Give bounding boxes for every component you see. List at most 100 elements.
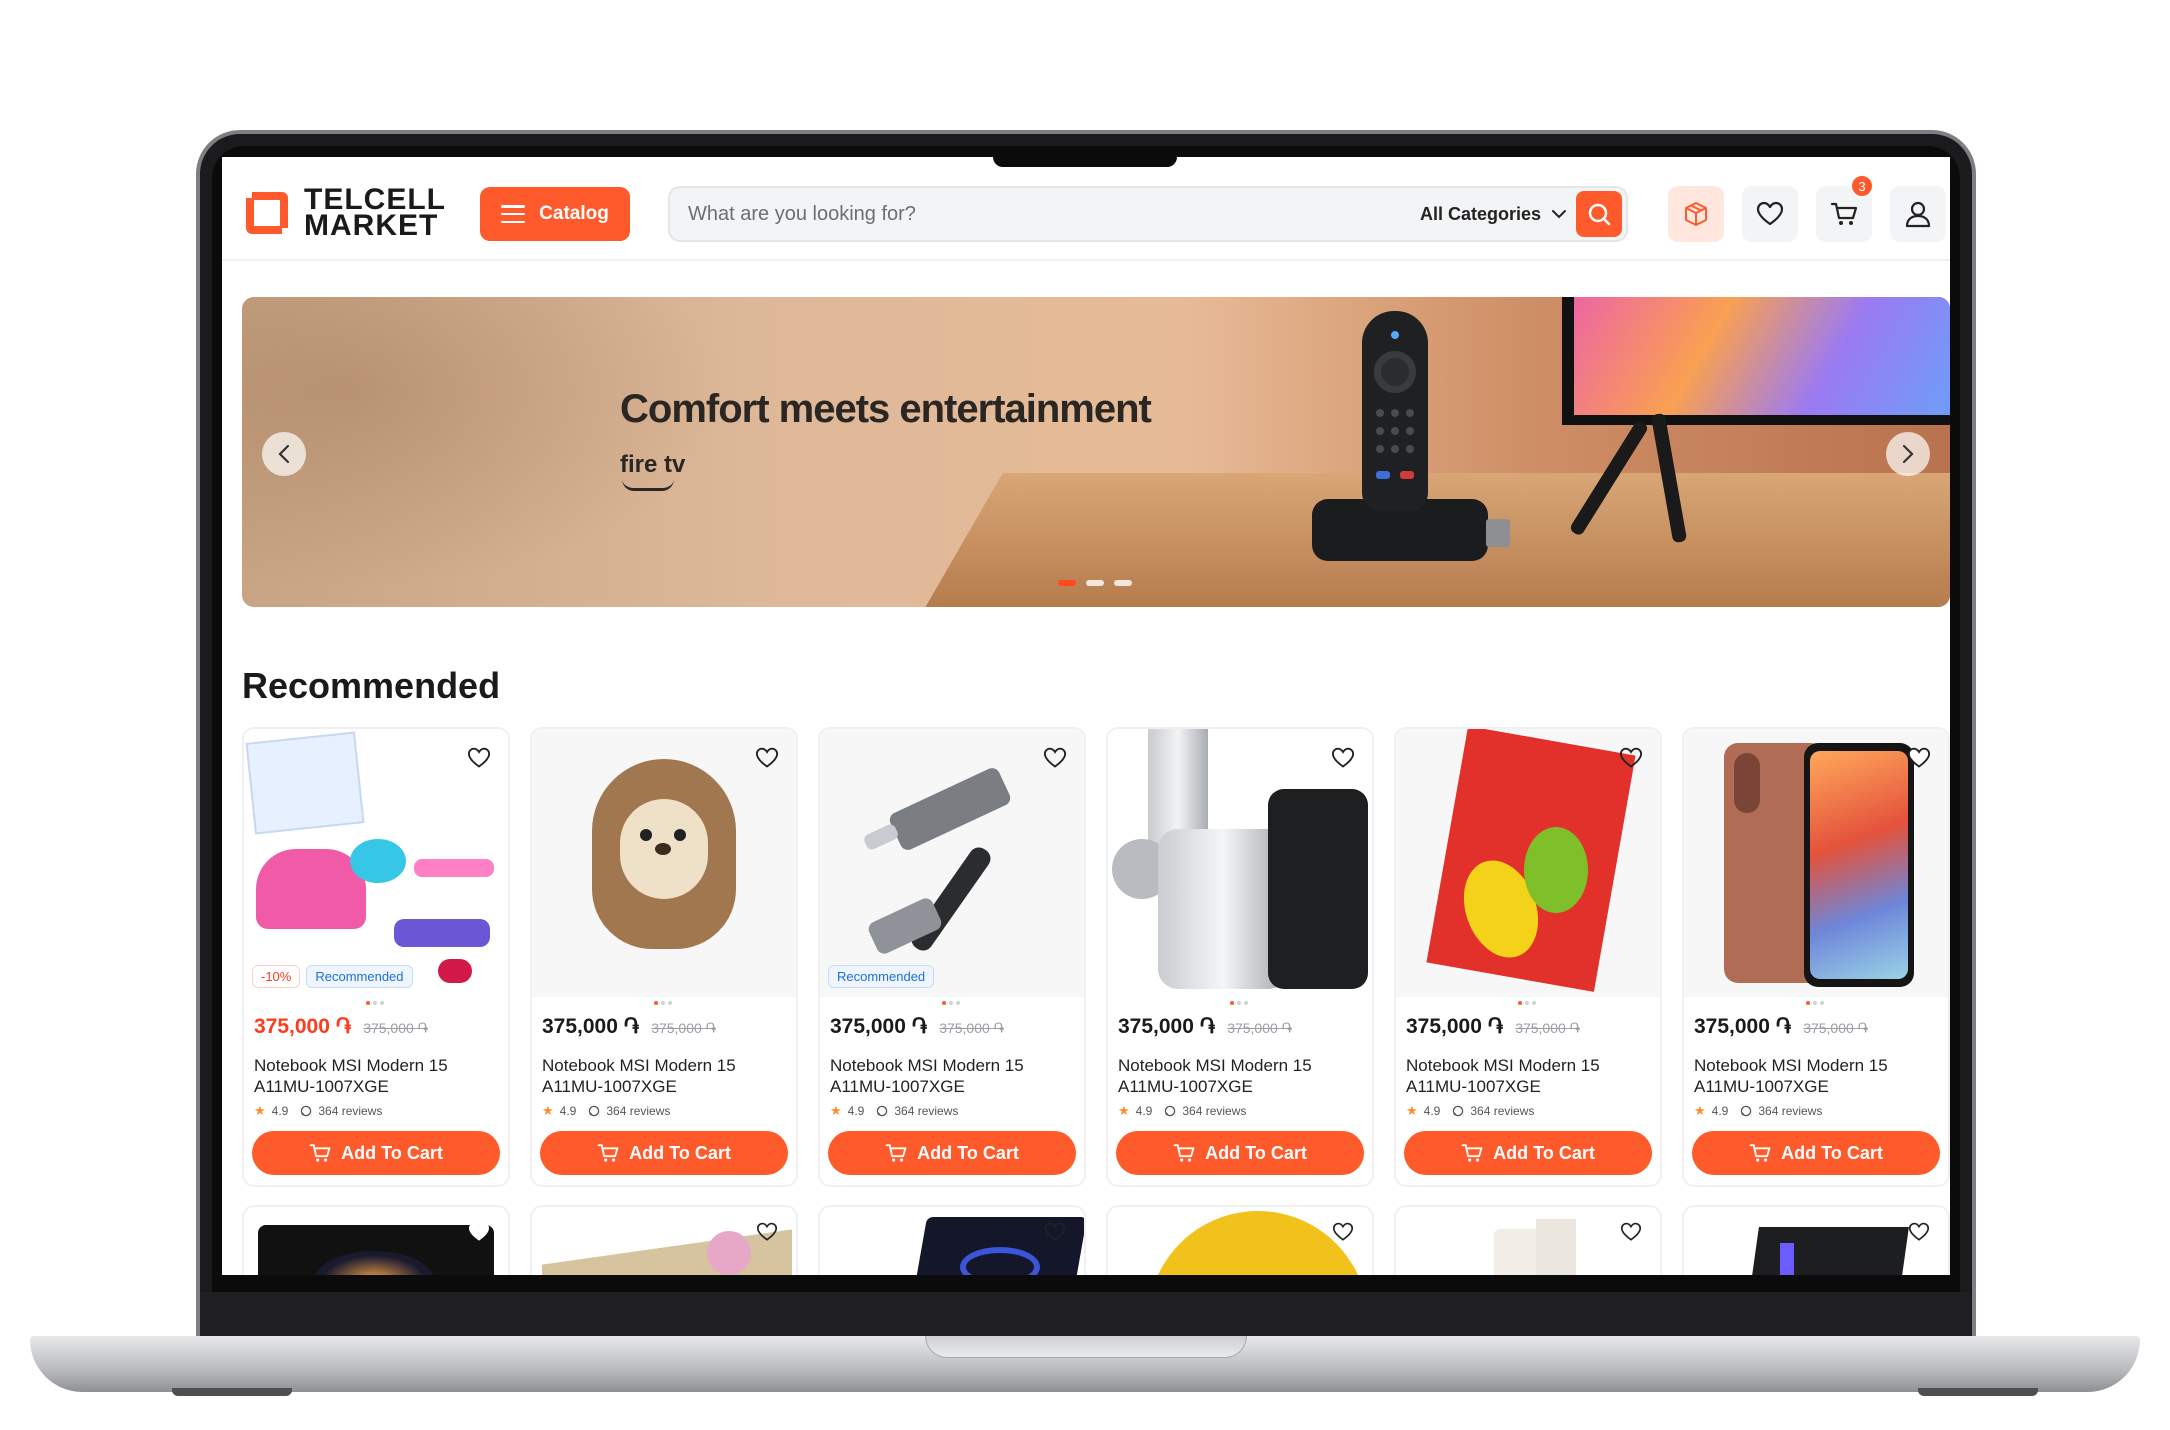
chat-icon	[1453, 1105, 1464, 1117]
image-pagination	[366, 1001, 384, 1005]
logo[interactable]: TELCELL MARKET	[242, 185, 446, 242]
product-tags: -10% Recommended	[252, 965, 413, 988]
product-price: 375,000 ֏	[830, 1015, 928, 1038]
favorite-toggle[interactable]	[752, 743, 782, 773]
banner-dot-2[interactable]	[1086, 580, 1104, 586]
product-meta: ★ 4.9 364 reviews	[1406, 1103, 1534, 1119]
favorite-toggle[interactable]	[464, 1217, 494, 1247]
product-title[interactable]: Notebook MSI Modern 15 A11MU-1007XGE	[1694, 1055, 1934, 1097]
favorite-toggle[interactable]	[1328, 743, 1358, 773]
favorite-toggle[interactable]	[1040, 1217, 1070, 1247]
add-to-cart-button[interactable]: Add To Cart	[1404, 1131, 1652, 1175]
add-to-cart-label: Add To Cart	[1493, 1142, 1595, 1163]
product-card[interactable]: Recommended 375,000 ֏ 375,000 ֏ Notebook MS…	[818, 727, 1086, 1187]
product-rating: 4.9	[847, 1104, 865, 1118]
product-old-price: 375,000 ֏	[939, 1020, 1004, 1036]
search-bar: All Categories	[668, 186, 1628, 242]
favorite-toggle[interactable]	[1616, 1217, 1646, 1247]
favorite-toggle[interactable]	[1904, 1217, 1934, 1247]
product-price: 375,000 ֏	[254, 1015, 352, 1038]
banner-brand: fire tv	[620, 451, 686, 478]
add-to-cart-button[interactable]: Add To Cart	[540, 1131, 788, 1175]
banner-dot-3[interactable]	[1114, 580, 1132, 586]
product-grid-row-2	[242, 1205, 1950, 1275]
add-to-cart-button[interactable]: Add To Cart	[1116, 1131, 1364, 1175]
product-title[interactable]: Notebook MSI Modern 15 A11MU-1007XGE	[1118, 1055, 1358, 1097]
favorite-toggle[interactable]	[1904, 743, 1934, 773]
product-card[interactable]	[242, 1205, 510, 1275]
banner-pagination	[1058, 580, 1132, 586]
orders-button[interactable]	[1668, 186, 1724, 242]
favorite-toggle[interactable]	[1616, 743, 1646, 773]
cart-icon	[597, 1144, 619, 1162]
product-card[interactable]	[1682, 1205, 1950, 1275]
cart-icon	[1749, 1144, 1771, 1162]
camera-notch	[993, 155, 1177, 167]
product-card[interactable]: 375,000 ֏ 375,000 ֏ Notebook MSI Modern 15…	[1682, 727, 1950, 1187]
product-price: 375,000 ֏	[1694, 1015, 1792, 1038]
product-title[interactable]: Notebook MSI Modern 15 A11MU-1007XGE	[542, 1055, 782, 1097]
product-card[interactable]: 375,000 ֏ 375,000 ֏ Notebook MSI Modern 15…	[1106, 727, 1374, 1187]
screen: TELCELL MARKET Catalog All Categories	[222, 157, 1950, 1275]
search-input[interactable]	[688, 188, 1348, 240]
product-card[interactable]	[1106, 1205, 1374, 1275]
favorite-toggle[interactable]	[752, 1217, 782, 1247]
favorite-toggle[interactable]	[464, 743, 494, 773]
logo-line-2: MARKET	[304, 209, 439, 242]
product-card[interactable]	[818, 1205, 1086, 1275]
star-icon: ★	[830, 1103, 842, 1118]
product-rating: 4.9	[1135, 1104, 1153, 1118]
catalog-button[interactable]: Catalog	[480, 187, 630, 241]
image-pagination	[654, 1001, 672, 1005]
banner-next-button[interactable]	[1886, 432, 1930, 476]
chat-icon	[1165, 1105, 1176, 1117]
add-to-cart-label: Add To Cart	[629, 1142, 731, 1163]
product-meta: ★ 4.9 364 reviews	[542, 1103, 670, 1119]
heart-icon	[1331, 747, 1355, 768]
banner-prev-button[interactable]	[262, 432, 306, 476]
favorite-toggle[interactable]	[1040, 743, 1070, 773]
add-to-cart-button[interactable]: Add To Cart	[828, 1131, 1076, 1175]
product-old-price: 375,000 ֏	[1803, 1020, 1868, 1036]
add-to-cart-label: Add To Cart	[1781, 1142, 1883, 1163]
product-reviews: 364 reviews	[894, 1104, 959, 1118]
category-select[interactable]: All Categories	[1420, 188, 1567, 240]
product-card[interactable]	[1394, 1205, 1662, 1275]
product-tags: Recommended	[828, 965, 935, 988]
add-to-cart-button[interactable]: Add To Cart	[1692, 1131, 1940, 1175]
banner-dot-1[interactable]	[1058, 580, 1076, 586]
banner-remote-image	[1362, 311, 1428, 511]
product-title[interactable]: Notebook MSI Modern 15 A11MU-1007XGE	[1406, 1055, 1646, 1097]
favorites-button[interactable]	[1742, 186, 1798, 242]
user-icon	[1905, 201, 1931, 228]
product-card[interactable]: 375,000 ֏ 375,000 ֏ Notebook MSI Modern 15…	[530, 727, 798, 1187]
chat-icon	[877, 1105, 888, 1117]
product-title[interactable]: Notebook MSI Modern 15 A11MU-1007XGE	[830, 1055, 1070, 1097]
account-button[interactable]	[1890, 186, 1946, 242]
product-rating: 4.9	[1711, 1104, 1729, 1118]
star-icon: ★	[1406, 1103, 1418, 1118]
image-pagination	[1518, 1001, 1536, 1005]
product-old-price: 375,000 ֏	[651, 1020, 716, 1036]
section-title: Recommended	[242, 665, 501, 706]
product-reviews: 364 reviews	[1182, 1104, 1247, 1118]
heart-icon	[467, 747, 491, 768]
product-card[interactable]	[530, 1205, 798, 1275]
product-meta: ★ 4.9 364 reviews	[830, 1103, 958, 1119]
brand-smile-icon	[622, 479, 674, 491]
add-to-cart-button[interactable]: Add To Cart	[252, 1131, 500, 1175]
product-card[interactable]: 375,000 ֏ 375,000 ֏ Notebook MSI Modern 15…	[1394, 727, 1662, 1187]
heart-icon	[756, 1222, 778, 1241]
product-title[interactable]: Notebook MSI Modern 15 A11MU-1007XGE	[254, 1055, 494, 1097]
product-old-price: 375,000 ֏	[1227, 1020, 1292, 1036]
image-pagination	[1230, 1001, 1248, 1005]
product-price: 375,000 ֏	[542, 1015, 640, 1038]
cart-button[interactable]: 3	[1816, 174, 1874, 242]
logo-text: TELCELL MARKET	[304, 185, 446, 242]
product-card[interactable]: -10% Recommended 375,000 ֏ 375,000 ֏ Noteboo…	[242, 727, 510, 1187]
box-icon	[1685, 202, 1707, 226]
product-reviews: 364 reviews	[1470, 1104, 1535, 1118]
favorite-toggle[interactable]	[1328, 1217, 1358, 1247]
search-button[interactable]	[1576, 191, 1622, 237]
recommended-badge: Recommended	[828, 965, 935, 988]
